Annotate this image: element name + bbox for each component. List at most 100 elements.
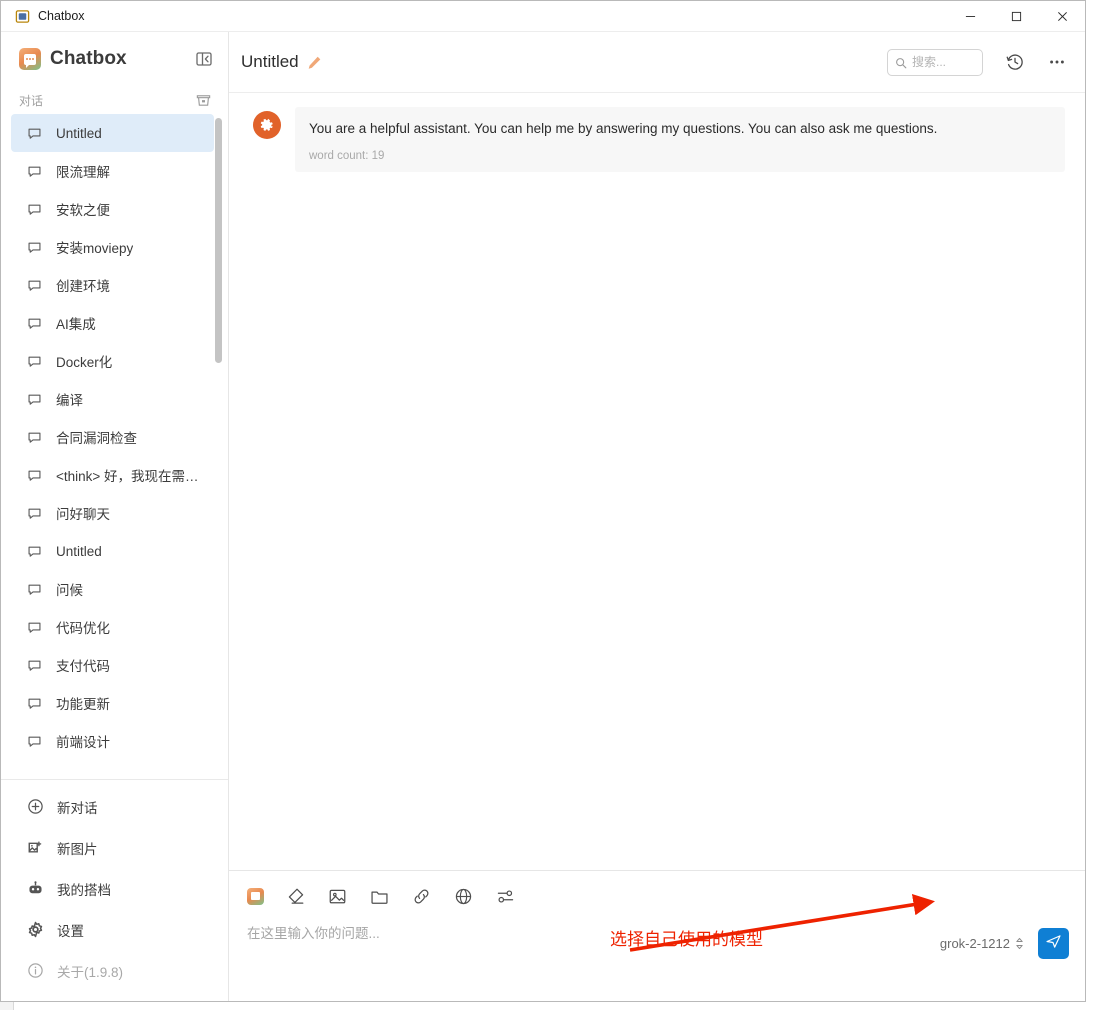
chat-bubble-icon bbox=[27, 544, 42, 559]
plus-circle-icon bbox=[27, 798, 44, 815]
title-bar: Chatbox bbox=[1, 1, 1085, 32]
message-row-system: You are a helpful assistant. You can hel… bbox=[229, 107, 1085, 172]
composer-toolbar bbox=[247, 881, 1069, 911]
conversation-label: AI集成 bbox=[56, 317, 96, 332]
conversation-item[interactable]: AI集成 bbox=[11, 304, 214, 342]
sidebar-nav-label: 设置 bbox=[57, 923, 84, 939]
sliders-icon[interactable] bbox=[495, 886, 516, 907]
main-panel: Untitled 搜索... You are a helpful assista… bbox=[229, 32, 1085, 1001]
sidebar-footer-nav: 新对话新图片我的搭档设置关于(1.9.8) bbox=[1, 779, 228, 1001]
message-text: You are a helpful assistant. You can hel… bbox=[309, 121, 938, 136]
composer-actions: grok-2-1212 bbox=[940, 928, 1069, 987]
sidebar-nav-item[interactable]: 新对话 bbox=[11, 786, 218, 827]
clear-conversations-icon[interactable] bbox=[195, 92, 212, 109]
conversation-list-scroll[interactable]: Untitled 限流理解安软之便 安装moviepy 创建环境 AI集成 Docker化… bbox=[1, 114, 228, 779]
new-image-icon bbox=[27, 839, 44, 856]
conversation-item[interactable]: 安软之便 bbox=[11, 190, 214, 228]
maximize-button[interactable] bbox=[993, 1, 1039, 31]
conversation-item[interactable]: 限流理解 bbox=[11, 152, 214, 190]
globe-icon[interactable] bbox=[453, 886, 474, 907]
chat-bubble-icon bbox=[27, 354, 42, 369]
pencil-icon[interactable] bbox=[307, 55, 322, 70]
chat-bubble-icon bbox=[27, 734, 42, 749]
page-title: Untitled bbox=[241, 52, 299, 71]
sidebar-nav-item[interactable]: 新图片 bbox=[11, 827, 218, 868]
chat-bubble-icon bbox=[27, 468, 42, 483]
conversation-item[interactable]: <think> 好，我现在需… bbox=[11, 456, 214, 494]
conversation-label: 前端设计 bbox=[56, 735, 110, 750]
word-count-label: word count: 19 bbox=[309, 149, 385, 162]
chat-bubble-icon bbox=[27, 316, 42, 331]
link-icon[interactable] bbox=[411, 886, 432, 907]
conversation-label: 合同漏洞检查 bbox=[56, 431, 137, 446]
window-title: Chatbox bbox=[38, 9, 85, 23]
collapse-sidebar-icon[interactable] bbox=[194, 49, 214, 69]
model-selector[interactable]: grok-2-1212 bbox=[940, 936, 1024, 951]
chat-bubble-icon bbox=[27, 696, 42, 711]
sidebar-nav-item[interactable]: 设置 bbox=[11, 909, 218, 950]
conversation-label: Untitled bbox=[56, 125, 102, 141]
conversation-item[interactable]: 创建环境 bbox=[11, 266, 214, 304]
conversation-label: Docker化 bbox=[56, 355, 113, 370]
close-button[interactable] bbox=[1039, 1, 1085, 31]
conversation-label: 创建环境 bbox=[56, 279, 110, 294]
chat-bubble-icon bbox=[27, 126, 42, 141]
model-name-label: grok-2-1212 bbox=[939, 936, 1010, 951]
sidebar-scrollbar-thumb[interactable] bbox=[215, 118, 222, 363]
conversation-item[interactable]: 功能更新 bbox=[11, 684, 214, 722]
message-bubble: You are a helpful assistant. You can hel… bbox=[295, 107, 1065, 172]
conversation-item[interactable]: 合同漏洞检查 bbox=[11, 418, 214, 456]
send-button[interactable] bbox=[1038, 928, 1069, 959]
chevron-up-down-icon bbox=[1015, 937, 1024, 950]
info-icon bbox=[27, 962, 44, 979]
chat-bubble-icon bbox=[27, 658, 42, 673]
conversation-item[interactable]: 问候 bbox=[11, 570, 214, 608]
conversation-item[interactable]: Untitled bbox=[11, 114, 214, 152]
conversation-label: 问候 bbox=[56, 583, 83, 598]
history-clock-icon[interactable] bbox=[1005, 52, 1025, 72]
conversation-label: Untitled bbox=[56, 543, 102, 559]
conversation-item[interactable]: 安装moviepy bbox=[11, 228, 214, 266]
folder-icon[interactable] bbox=[369, 886, 390, 907]
image-icon[interactable] bbox=[327, 886, 348, 907]
conversation-label: 支付代码 bbox=[56, 659, 110, 674]
chat-bubble-icon bbox=[27, 506, 42, 521]
eraser-icon[interactable] bbox=[285, 886, 306, 907]
conversation-item[interactable]: 代码优化 bbox=[11, 608, 214, 646]
chat-bubble-icon bbox=[27, 582, 42, 597]
conversation-label: 代码优化 bbox=[56, 621, 110, 636]
sidebar-scrollbar-track[interactable] bbox=[215, 114, 222, 779]
sidebar-nav-item[interactable]: 我的搭档 bbox=[11, 868, 218, 909]
conversation-label: 限流理解 bbox=[56, 165, 110, 180]
search-input[interactable] bbox=[912, 55, 975, 69]
chat-bubble-icon bbox=[27, 278, 42, 293]
chat-bubble-icon bbox=[27, 240, 42, 255]
conversation-label: 编译 bbox=[56, 393, 83, 408]
app-window-icon bbox=[15, 9, 30, 24]
conversations-section-header: 对话 bbox=[1, 86, 228, 114]
chatbox-logo-icon bbox=[19, 48, 41, 70]
conversation-item[interactable]: 支付代码 bbox=[11, 646, 214, 684]
more-horizontal-icon[interactable] bbox=[1047, 52, 1067, 72]
robot-icon bbox=[27, 880, 44, 897]
sidebar-nav-label: 新对话 bbox=[57, 800, 98, 816]
conversation-item[interactable]: 问好聊天 bbox=[11, 494, 214, 532]
conversation-item[interactable]: Untitled bbox=[11, 532, 214, 570]
minimize-button[interactable] bbox=[947, 1, 993, 31]
conversation-item[interactable]: 编译 bbox=[11, 380, 214, 418]
sidebar-nav-label: 关于(1.9.8) bbox=[57, 964, 124, 980]
brand-name: Chatbox bbox=[50, 48, 127, 69]
sidebar: Chatbox 对话 Untitled 限流理解 安软之便 安装moviepy … bbox=[1, 32, 229, 1001]
chat-message-area[interactable]: You are a helpful assistant. You can hel… bbox=[229, 93, 1085, 870]
search-icon bbox=[895, 56, 907, 69]
search-box[interactable] bbox=[887, 48, 983, 76]
conversation-item[interactable]: Docker化 bbox=[11, 342, 214, 380]
gear-icon bbox=[27, 921, 44, 938]
chatbox-logo-icon[interactable] bbox=[247, 887, 264, 905]
sidebar-nav-item[interactable]: 关于(1.9.8) bbox=[11, 950, 218, 991]
conversation-item[interactable]: 前端设计 bbox=[11, 722, 214, 760]
chat-bubble-icon bbox=[27, 164, 42, 179]
window-body: Chatbox 对话 Untitled 限流理解 安软之便 安装moviepy … bbox=[1, 32, 1085, 1001]
message-input[interactable] bbox=[247, 925, 940, 987]
sidebar-nav-label: 我的搭档 bbox=[57, 882, 111, 898]
